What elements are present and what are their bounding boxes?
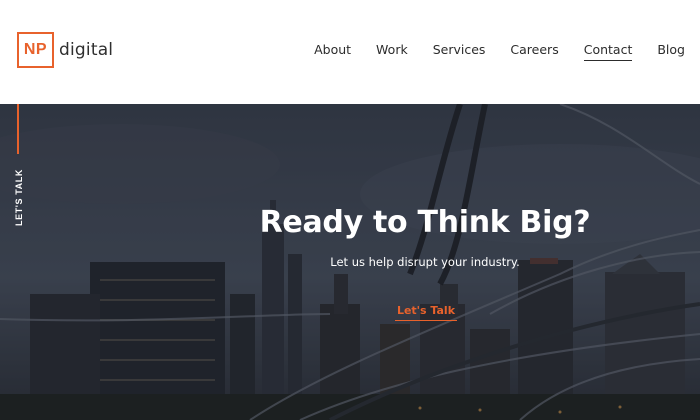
main-nav: About Work Services Careers Contact Blog: [289, 41, 685, 61]
side-rail-accent-line: [17, 104, 19, 154]
nav-work[interactable]: Work: [376, 41, 408, 59]
lets-talk-button[interactable]: Let's Talk: [395, 304, 457, 321]
hero-section: LET'S TALK Ready to Think Big? Let us he…: [0, 104, 700, 420]
logo-mark-text: NP: [23, 41, 48, 58]
np-digital-logo[interactable]: NP digital: [17, 32, 113, 68]
hero-subtitle: Let us help disrupt your industry.: [330, 255, 520, 269]
side-rail: LET'S TALK: [0, 104, 44, 420]
logo-wordmark: digital: [59, 40, 114, 60]
hero-title: Ready to Think Big?: [259, 205, 591, 240]
logo-mark: NP: [17, 32, 54, 68]
nav-services[interactable]: Services: [433, 41, 486, 59]
nav-blog[interactable]: Blog: [657, 41, 685, 59]
site-header: NP digital About Work Services Careers C…: [0, 0, 700, 104]
lets-talk-side-link[interactable]: LET'S TALK: [4, 169, 34, 226]
nav-about[interactable]: About: [314, 41, 351, 59]
nav-contact[interactable]: Contact: [583, 41, 632, 61]
nav-careers[interactable]: Careers: [510, 41, 558, 59]
